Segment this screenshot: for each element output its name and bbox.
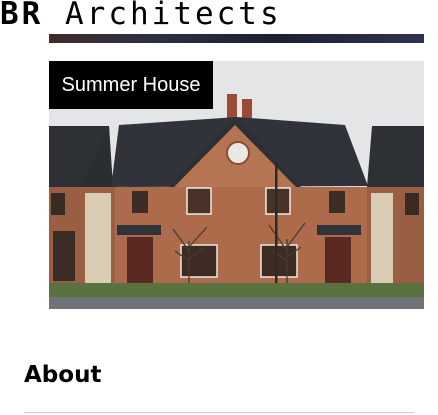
- brand-initials: BR: [0, 0, 44, 32]
- brand-name: Architects: [65, 0, 282, 32]
- about-heading: About: [24, 362, 102, 388]
- section-divider: [24, 412, 414, 413]
- previous-image-strip: [49, 34, 424, 43]
- project-caption[interactable]: Summer House: [49, 61, 213, 109]
- site-logo[interactable]: BR Architects: [0, 0, 282, 34]
